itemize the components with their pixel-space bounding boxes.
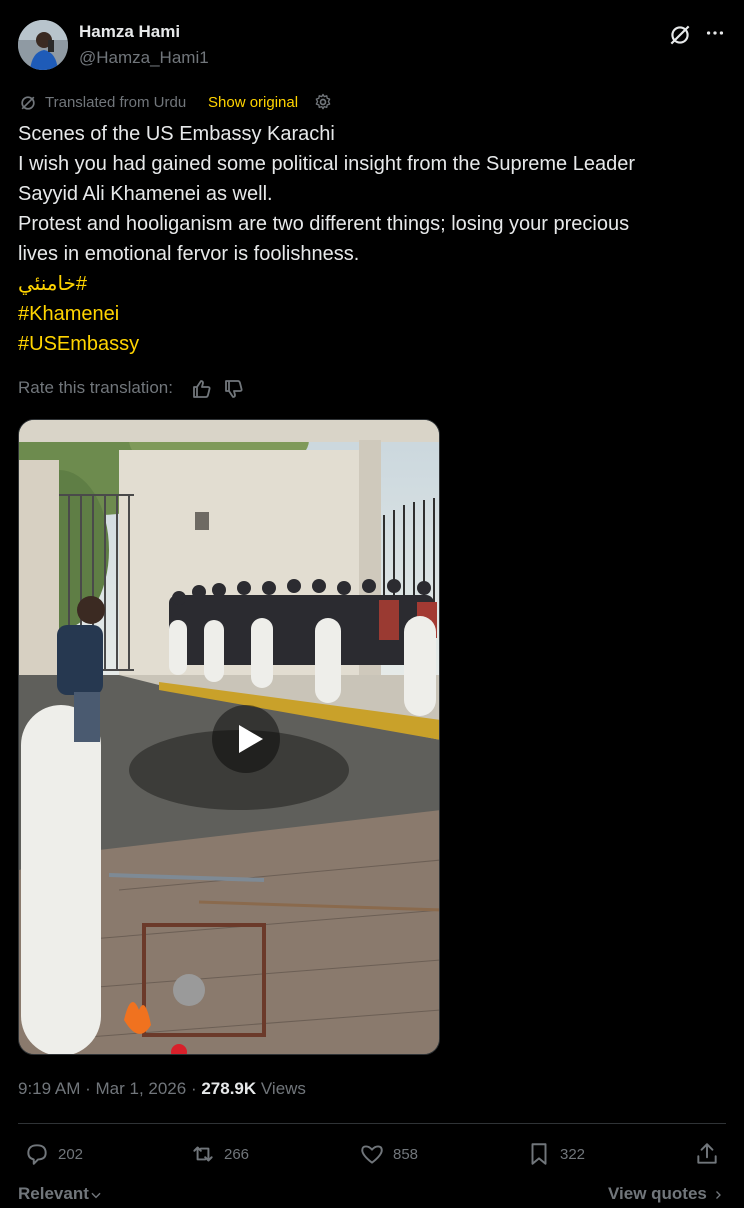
show-original-link[interactable]: Show original	[208, 94, 298, 111]
hashtag-link[interactable]: #USEmbassy	[18, 329, 724, 359]
author-avatar[interactable]	[18, 20, 68, 70]
rate-translation-label: Rate this translation:	[18, 378, 173, 397]
play-button[interactable]	[212, 705, 280, 773]
more-icon[interactable]	[704, 22, 726, 44]
play-icon	[239, 725, 263, 753]
like-button[interactable]: 858	[359, 1140, 418, 1168]
reply-button[interactable]: 202	[24, 1140, 83, 1168]
tweet-line: Sayyid Ali Khamenei as well.	[18, 183, 273, 205]
share-icon	[697, 1143, 717, 1164]
sort-label: Relevant	[18, 1184, 89, 1203]
view-quotes-label: View quotes	[608, 1184, 707, 1203]
tweet-text: Scenes of the US Embassy Karachi I wish …	[18, 119, 724, 359]
author-name[interactable]: Hamza Hami	[79, 22, 180, 42]
tweet-line: lives in emotional fervor is foolishness…	[18, 243, 360, 265]
hashtag-link[interactable]: #خامنئي	[18, 269, 98, 299]
grok-icon[interactable]	[667, 22, 693, 48]
tweet-line: Scenes of the US Embassy Karachi	[18, 123, 335, 145]
tweet-date[interactable]: Mar 1, 2026	[95, 1079, 186, 1098]
translate-icon	[21, 96, 35, 110]
share-button[interactable]	[694, 1140, 720, 1168]
reply-icon	[27, 1144, 47, 1165]
meta-separator: ·	[186, 1079, 202, 1098]
avatar-image	[18, 20, 68, 70]
chevron-down-icon	[91, 1192, 101, 1198]
thumb-up-icon[interactable]	[190, 377, 214, 401]
sort-relevant-dropdown[interactable]: Relevant	[18, 1184, 103, 1204]
like-icon	[361, 1145, 383, 1164]
thumb-down-icon[interactable]	[222, 377, 246, 401]
translated-label: Translated from Urdu	[45, 94, 187, 111]
like-count: 858	[393, 1145, 419, 1163]
bookmark-button[interactable]: 322	[526, 1140, 585, 1168]
meta-separator: ·	[80, 1079, 96, 1098]
tweet-line: Protest and hooliganism are two differen…	[18, 213, 630, 235]
view-quotes-link[interactable]: View quotes	[608, 1184, 724, 1204]
repost-icon	[193, 1146, 213, 1162]
bookmark-count: 322	[560, 1145, 586, 1163]
hashtag-link[interactable]: #Khamenei	[18, 299, 724, 329]
repost-button[interactable]: 266	[190, 1140, 249, 1168]
chevron-right-icon	[715, 1190, 721, 1199]
repost-count: 266	[224, 1145, 250, 1163]
views-label: Views	[256, 1079, 306, 1098]
tweet-line: I wish you had gained some political ins…	[18, 153, 636, 175]
author-handle[interactable]: @Hamza_Hami1	[79, 48, 209, 68]
bookmark-icon	[531, 1143, 547, 1165]
tweet-time[interactable]: 9:19 AM	[18, 1079, 80, 1098]
divider	[18, 1123, 726, 1124]
views-count[interactable]: 278.9K	[201, 1079, 256, 1098]
reply-count: 202	[58, 1145, 84, 1163]
tweet-meta: 9:19 AM · Mar 1, 2026 · 278.9K Views	[18, 1079, 306, 1099]
gear-icon[interactable]	[313, 92, 333, 112]
video-player[interactable]	[18, 419, 440, 1055]
